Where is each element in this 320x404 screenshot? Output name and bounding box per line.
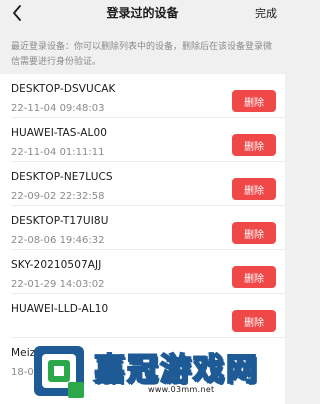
watermark-url: www.03mm.net bbox=[148, 385, 215, 394]
device-login-time: 22-11-04 01:11:11 bbox=[11, 147, 105, 158]
device-name: HUAWEI-TAS-AL00 bbox=[11, 127, 108, 139]
device-row: DESKTOP-DSVUCAK 22-11-04 09:48:03 删除 bbox=[0, 74, 285, 118]
watermark-logo-icon bbox=[34, 346, 84, 398]
navigation-bar: 登录过的设备 完成 bbox=[0, 0, 285, 26]
delete-button[interactable]: 删除 bbox=[232, 222, 276, 244]
delete-button[interactable]: 删除 bbox=[232, 90, 276, 112]
device-login-time: 22-09-02 22:32:58 bbox=[11, 191, 105, 202]
device-login-time: 22-08-06 19:46:32 bbox=[11, 235, 105, 246]
device-name: SKY-20210507AJJ bbox=[11, 259, 102, 271]
done-button[interactable]: 完成 bbox=[255, 5, 277, 21]
device-name: DESKTOP-DSVUCAK bbox=[11, 83, 116, 95]
device-login-time: 22-11-04 09:48:03 bbox=[11, 103, 105, 114]
device-row: DESKTOP-NE7LUCS 22-09-02 22:32:58 删除 bbox=[0, 162, 285, 206]
device-name: HUAWEI-LLD-AL10 bbox=[11, 303, 109, 315]
delete-button[interactable]: 删除 bbox=[232, 134, 276, 156]
device-row: DESKTOP-T17UI8U 22-08-06 19:46:32 删除 bbox=[0, 206, 285, 250]
delete-button[interactable]: 删除 bbox=[232, 266, 276, 288]
device-name: DESKTOP-T17UI8U bbox=[11, 215, 109, 227]
description-text: 最近登录设备：你可以删除列表中的设备，删除后在该设备登录微信需要进行身份验证。 bbox=[11, 42, 273, 67]
delete-button[interactable]: 删除 bbox=[232, 178, 276, 200]
page-title: 登录过的设备 bbox=[106, 6, 179, 20]
device-login-time: 22-01-29 14:03:02 bbox=[11, 279, 105, 290]
device-name: DESKTOP-NE7LUCS bbox=[11, 171, 113, 183]
device-row: HUAWEI-TAS-AL00 22-11-04 01:11:11 删除 bbox=[0, 118, 285, 162]
device-row: SKY-20210507AJJ 22-01-29 14:03:02 删除 bbox=[0, 250, 285, 294]
watermark-brand-text: 嘉冠游戏网 bbox=[93, 351, 259, 389]
watermark: 嘉冠游戏网 www.03mm.net bbox=[0, 328, 285, 404]
